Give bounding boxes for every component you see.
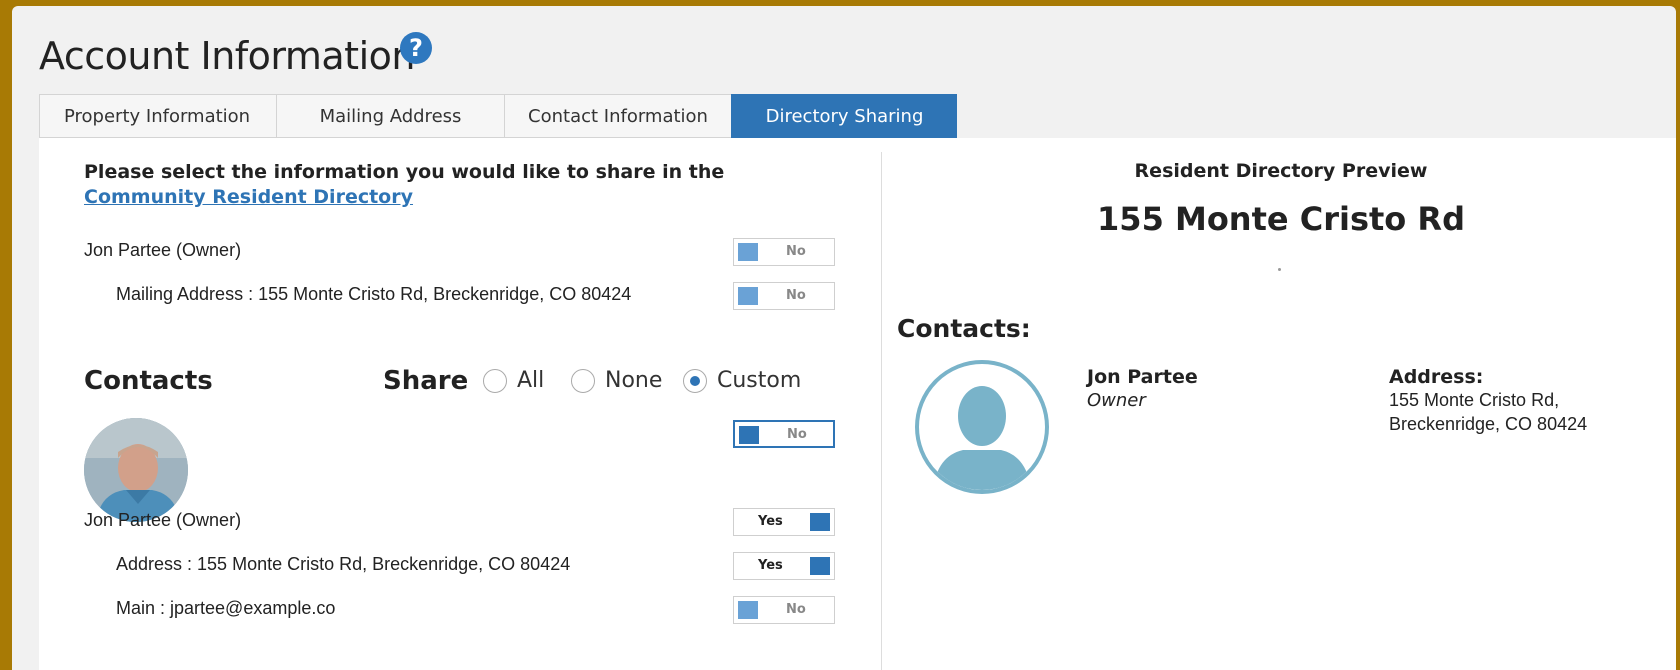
toggle-knob — [738, 243, 758, 261]
photo-share-toggle[interactable]: No — [733, 420, 835, 448]
intro-label: Please select the information you would … — [84, 161, 725, 183]
preview-contacts-heading: Contacts: — [897, 314, 1031, 343]
toggle-knob — [739, 426, 759, 444]
toggle-knob — [810, 557, 830, 575]
preview-address-label: Address: — [1389, 366, 1484, 388]
radio-circle — [483, 368, 507, 393]
toggle-label: Yes — [758, 558, 783, 573]
tab-mailing-address[interactable]: Mailing Address — [276, 94, 504, 138]
page-title: Account Information — [39, 34, 415, 78]
radio-label: None — [605, 368, 663, 393]
radio-circle-selected — [683, 368, 707, 393]
contact-photo-image — [84, 418, 188, 522]
tab-bar: Property Information Mailing Address Con… — [39, 94, 957, 138]
mailing-address-label: Mailing Address : 155 Monte Cristo Rd, B… — [116, 284, 632, 304]
toggle-label: No — [786, 288, 806, 303]
preview-address: 155 Monte Cristo Rd — [1097, 200, 1465, 238]
preview-heading: Resident Directory Preview — [1134, 160, 1428, 182]
tab-directory-sharing[interactable]: Directory Sharing — [731, 94, 957, 138]
contact-owner-toggle[interactable]: Yes — [733, 508, 835, 536]
radio-label: All — [517, 368, 545, 393]
toggle-knob — [738, 601, 758, 619]
window-frame: Account Information ? Property Informati… — [12, 6, 1676, 670]
community-directory-link[interactable]: Community Resident Directory — [84, 186, 413, 208]
person-silhouette-icon — [933, 386, 1031, 490]
contact-owner-label: Jon Partee (Owner) — [84, 510, 242, 530]
mailing-address-toggle[interactable]: No — [733, 282, 835, 310]
contacts-heading: Contacts — [84, 366, 213, 396]
contact-photo — [84, 418, 188, 522]
toggle-label: No — [786, 602, 806, 617]
contact-email-toggle[interactable]: No — [733, 596, 835, 624]
preview-contact-role: Owner — [1087, 390, 1146, 411]
toggle-knob — [810, 513, 830, 531]
toggle-knob — [738, 287, 758, 305]
preview-separator — [1278, 268, 1281, 271]
contact-address-label: Address : 155 Monte Cristo Rd, Breckenri… — [116, 554, 571, 574]
help-icon[interactable]: ? — [400, 32, 432, 64]
intro-text: Please select the information you would … — [84, 160, 824, 210]
owner-label: Jon Partee (Owner) — [84, 240, 242, 260]
tab-contact-information[interactable]: Contact Information — [504, 94, 731, 138]
share-custom-radio[interactable]: Custom — [683, 368, 801, 393]
radio-circle — [571, 368, 595, 393]
preview-contact-name: Jon Partee — [1087, 366, 1198, 388]
preview-address-line1: 155 Monte Cristo Rd, — [1389, 390, 1560, 410]
contact-email-label: Main : jpartee@example.co — [116, 598, 336, 618]
toggle-label: No — [787, 427, 807, 442]
radio-label: Custom — [717, 368, 802, 393]
preview-address-line2: Breckenridge, CO 80424 — [1389, 414, 1588, 434]
toggle-label: Yes — [758, 514, 783, 529]
contact-address-toggle[interactable]: Yes — [733, 552, 835, 580]
share-all-radio[interactable]: All — [483, 368, 544, 393]
tab-property-information[interactable]: Property Information — [39, 94, 276, 138]
toggle-label: No — [786, 244, 806, 259]
share-none-radio[interactable]: None — [571, 368, 662, 393]
owner-share-toggle[interactable]: No — [733, 238, 835, 266]
share-heading: Share — [383, 366, 469, 396]
default-avatar-icon — [915, 360, 1049, 494]
tab-content: Please select the information you would … — [39, 138, 1676, 670]
